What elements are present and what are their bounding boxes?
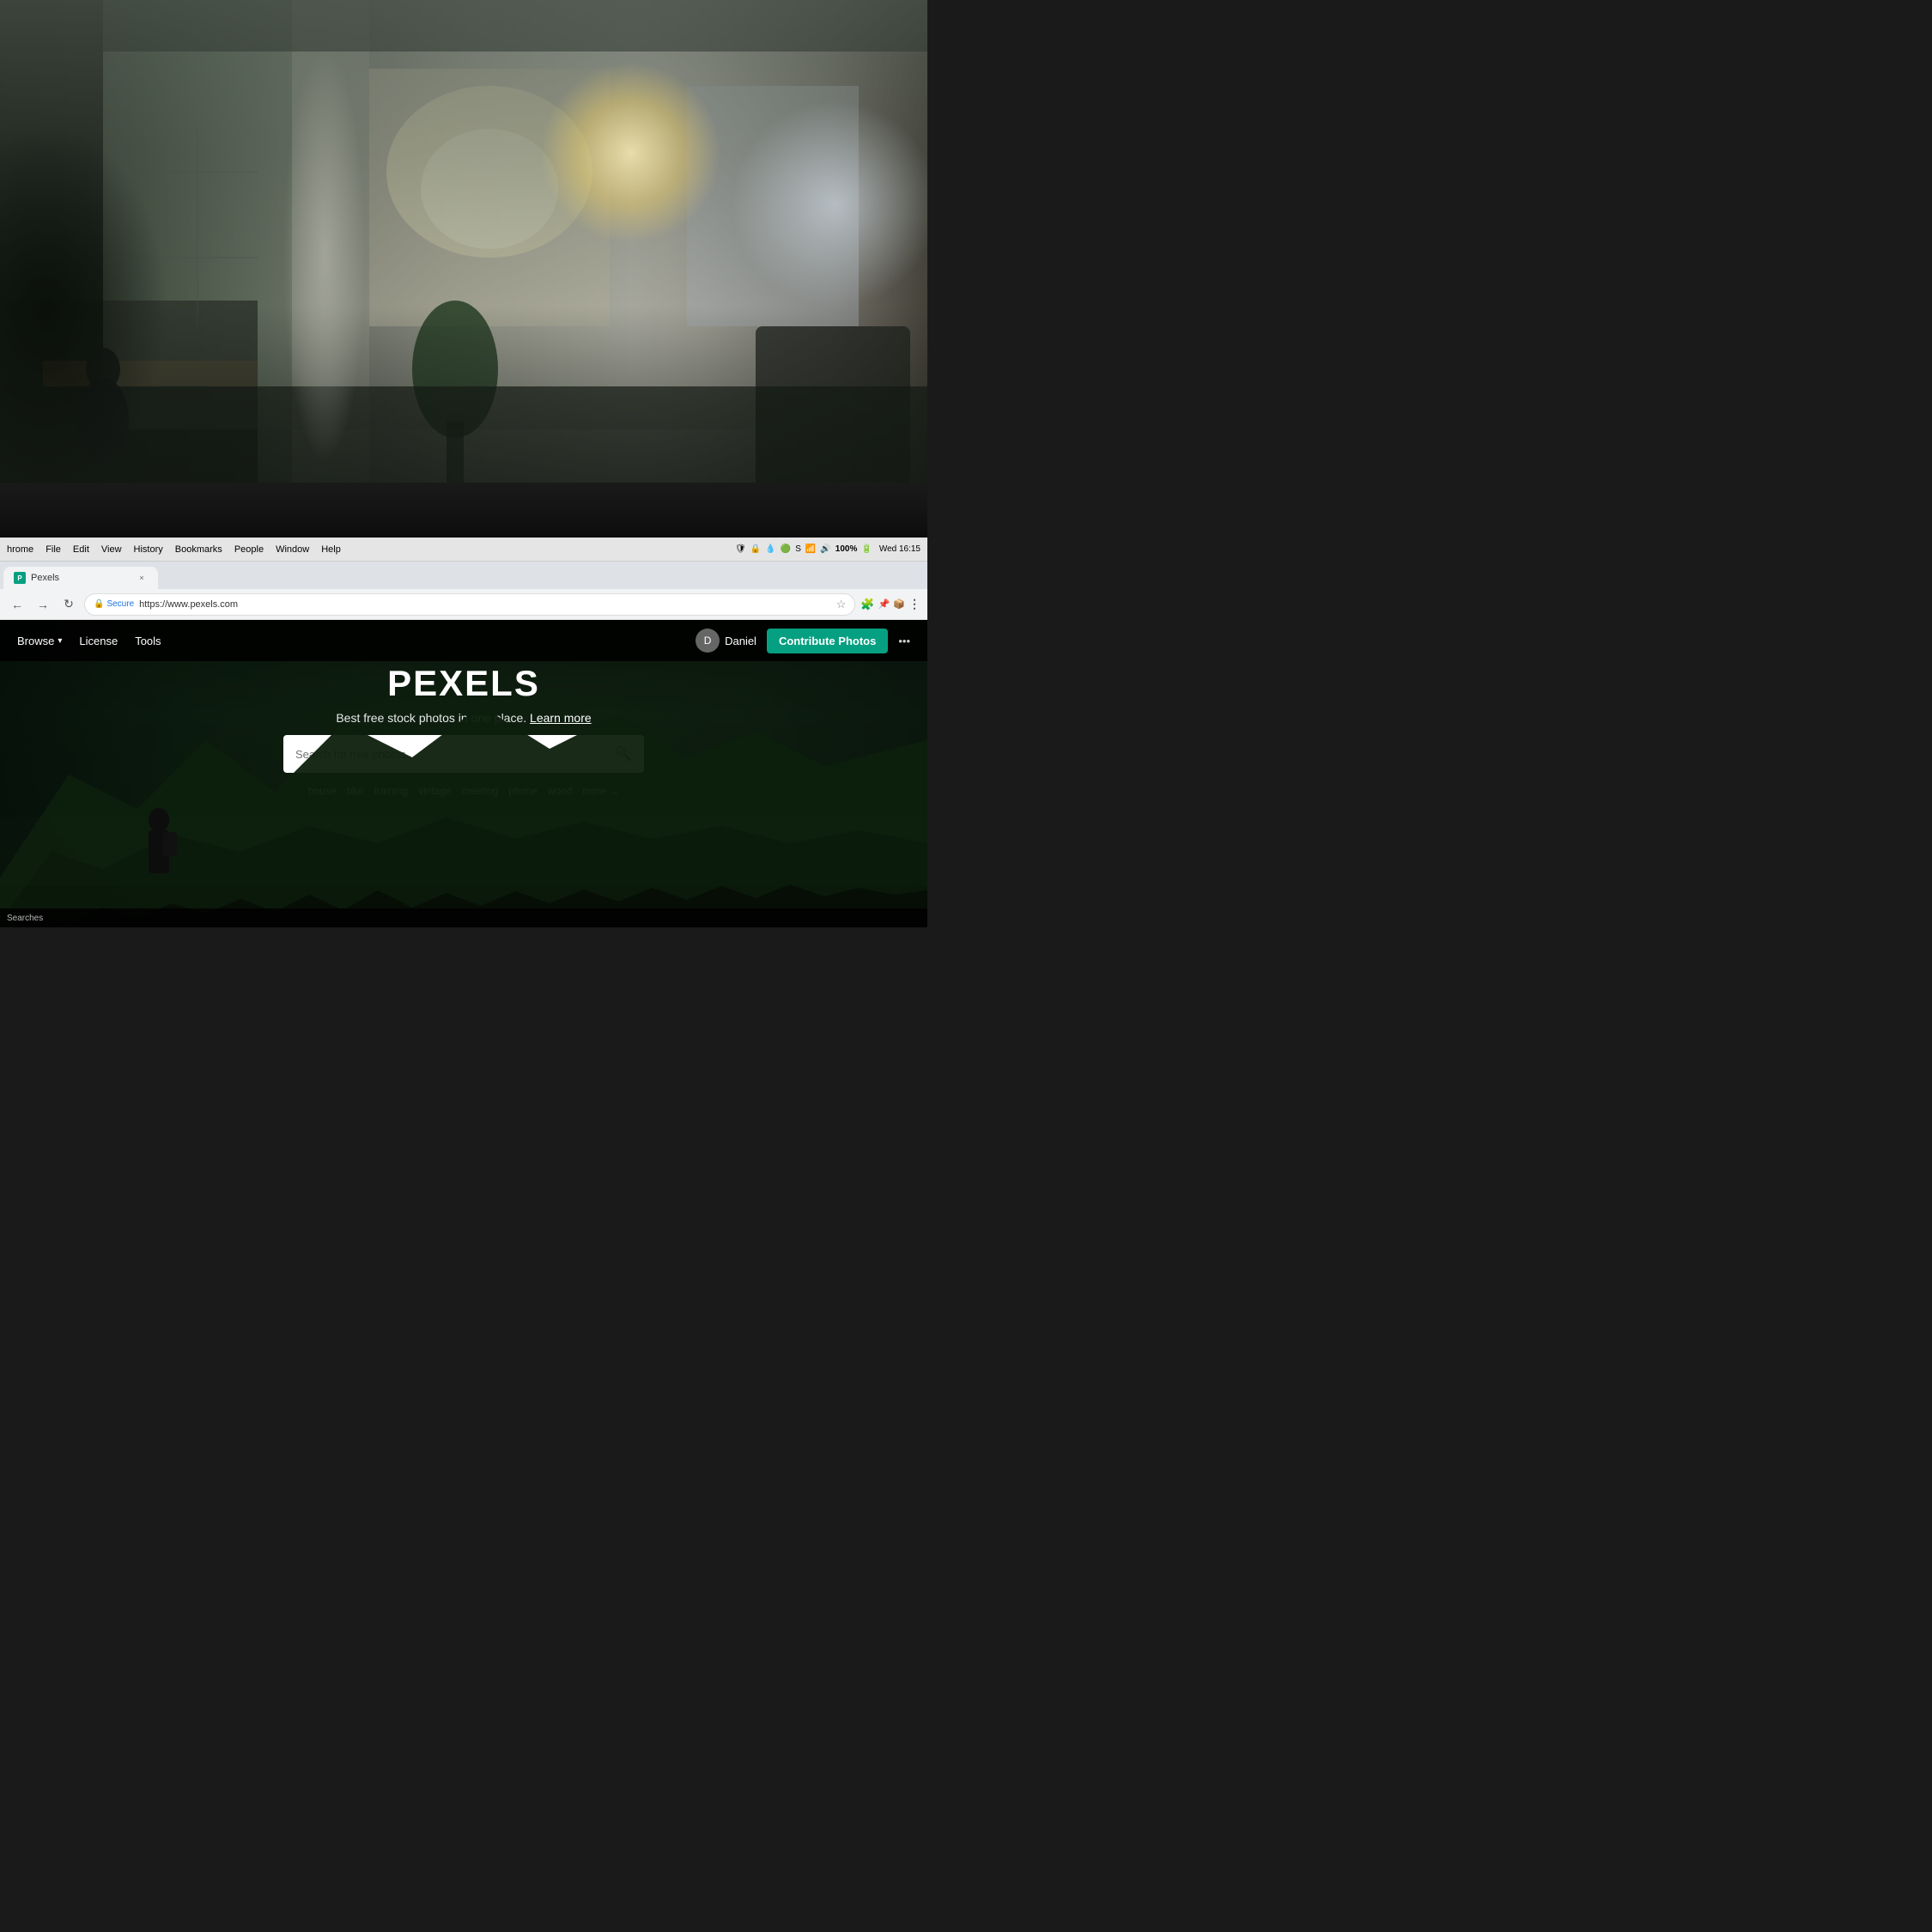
menu-app-name[interactable]: hrome xyxy=(7,544,33,555)
star-icon[interactable]: ☆ xyxy=(836,598,847,611)
browse-chevron-icon: ▾ xyxy=(58,636,62,646)
clock: Wed 16:15 xyxy=(879,544,920,554)
menu-view[interactable]: View xyxy=(101,544,122,555)
back-button[interactable]: ← xyxy=(7,594,27,615)
browse-label: Browse xyxy=(17,635,54,647)
menu-help[interactable]: Help xyxy=(321,544,341,555)
forward-button[interactable]: → xyxy=(33,594,53,615)
pexels-website: Browse ▾ License Tools D Daniel Contribu… xyxy=(0,620,927,927)
menu-file[interactable]: File xyxy=(46,544,61,555)
browser-right-icons: 🧩 📌 📦 ⋮ xyxy=(860,597,920,611)
tab-favicon: P xyxy=(14,572,26,584)
nav-user-button[interactable]: D Daniel xyxy=(696,629,756,653)
address-bar[interactable]: 🔒 Secure https://www.pexels.com ☆ xyxy=(84,593,855,616)
active-tab[interactable]: P Pexels × xyxy=(3,567,158,589)
address-bar-right: ☆ xyxy=(836,598,847,611)
pexels-nav: Browse ▾ License Tools D Daniel Contribu… xyxy=(0,620,927,661)
taskbar-searches-label: Searches xyxy=(7,914,43,923)
monitor-bezel xyxy=(0,483,927,538)
nav-license-button[interactable]: License xyxy=(79,635,118,647)
user-avatar: D xyxy=(696,629,720,653)
taskbar: Searches xyxy=(0,908,927,927)
more-tools-button[interactable]: ⋮ xyxy=(908,597,920,611)
secure-label: Secure xyxy=(106,599,134,609)
hero-forest-svg xyxy=(0,620,927,927)
nav-browse-button[interactable]: Browse ▾ xyxy=(17,635,62,647)
dropbox-icon[interactable]: 📦 xyxy=(893,598,905,610)
menu-bar-right: 🛡🔒💧🟢S📶🔊 100% 🔋 Wed 16:15 xyxy=(735,544,920,554)
pin-icon[interactable]: 📌 xyxy=(878,598,890,610)
contribute-photos-button[interactable]: Contribute Photos xyxy=(767,629,888,653)
secure-badge: 🔒 Secure xyxy=(94,599,134,609)
tab-title: Pexels xyxy=(31,573,59,583)
browser-screen: hrome File Edit View History Bookmarks P… xyxy=(0,538,927,927)
menu-edit[interactable]: Edit xyxy=(73,544,89,555)
pexels-hero: Browse ▾ License Tools D Daniel Contribu… xyxy=(0,620,927,927)
tab-close-button[interactable]: × xyxy=(136,572,148,584)
nav-right: D Daniel Contribute Photos ••• xyxy=(696,629,910,653)
office-background xyxy=(0,0,927,510)
extensions-icon[interactable]: 🧩 xyxy=(860,598,874,611)
user-name-label: Daniel xyxy=(725,635,756,647)
menu-bookmarks[interactable]: Bookmarks xyxy=(175,544,222,555)
refresh-button[interactable]: ↻ xyxy=(58,594,79,615)
menu-people[interactable]: People xyxy=(234,544,264,555)
macos-menu-bar: hrome File Edit View History Bookmarks P… xyxy=(0,538,927,562)
browser-toolbar: ← → ↻ 🔒 Secure https://www.pexels.com ☆ … xyxy=(0,589,927,620)
nav-more-button[interactable]: ••• xyxy=(898,635,910,647)
favicon-text: P xyxy=(17,574,21,582)
lock-icon: 🔒 xyxy=(94,599,104,609)
menu-history[interactable]: History xyxy=(134,544,163,555)
chrome-tab-bar: P Pexels × xyxy=(0,562,927,589)
system-icons: 🛡🔒💧🟢S📶🔊 100% 🔋 xyxy=(735,544,872,554)
nav-tools-button[interactable]: Tools xyxy=(135,635,161,647)
menu-window[interactable]: Window xyxy=(276,544,309,555)
url-text: https://www.pexels.com xyxy=(139,599,238,610)
